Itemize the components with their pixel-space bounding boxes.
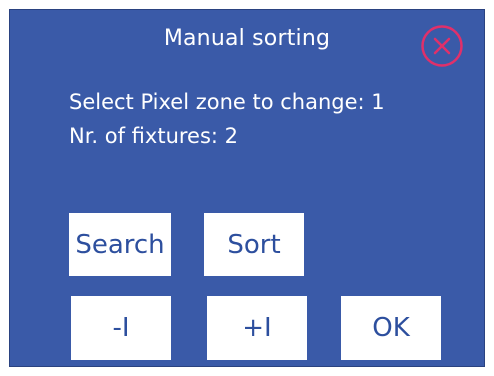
decrement-button[interactable]: -I bbox=[71, 296, 171, 360]
ok-button[interactable]: OK bbox=[341, 296, 441, 360]
close-button[interactable] bbox=[420, 24, 464, 68]
increment-button[interactable]: +I bbox=[207, 296, 307, 360]
pixel-zone-label: Select Pixel zone to change: 1 bbox=[69, 90, 385, 114]
dialog-title: Manual sorting bbox=[163, 26, 331, 51]
close-icon bbox=[421, 25, 463, 67]
manual-sorting-dialog: Manual sorting Select Pixel zone to chan… bbox=[9, 9, 485, 367]
fixtures-count-label: Nr. of fixtures: 2 bbox=[69, 124, 239, 148]
search-button[interactable]: Search bbox=[69, 213, 171, 276]
sort-button[interactable]: Sort bbox=[204, 213, 304, 276]
